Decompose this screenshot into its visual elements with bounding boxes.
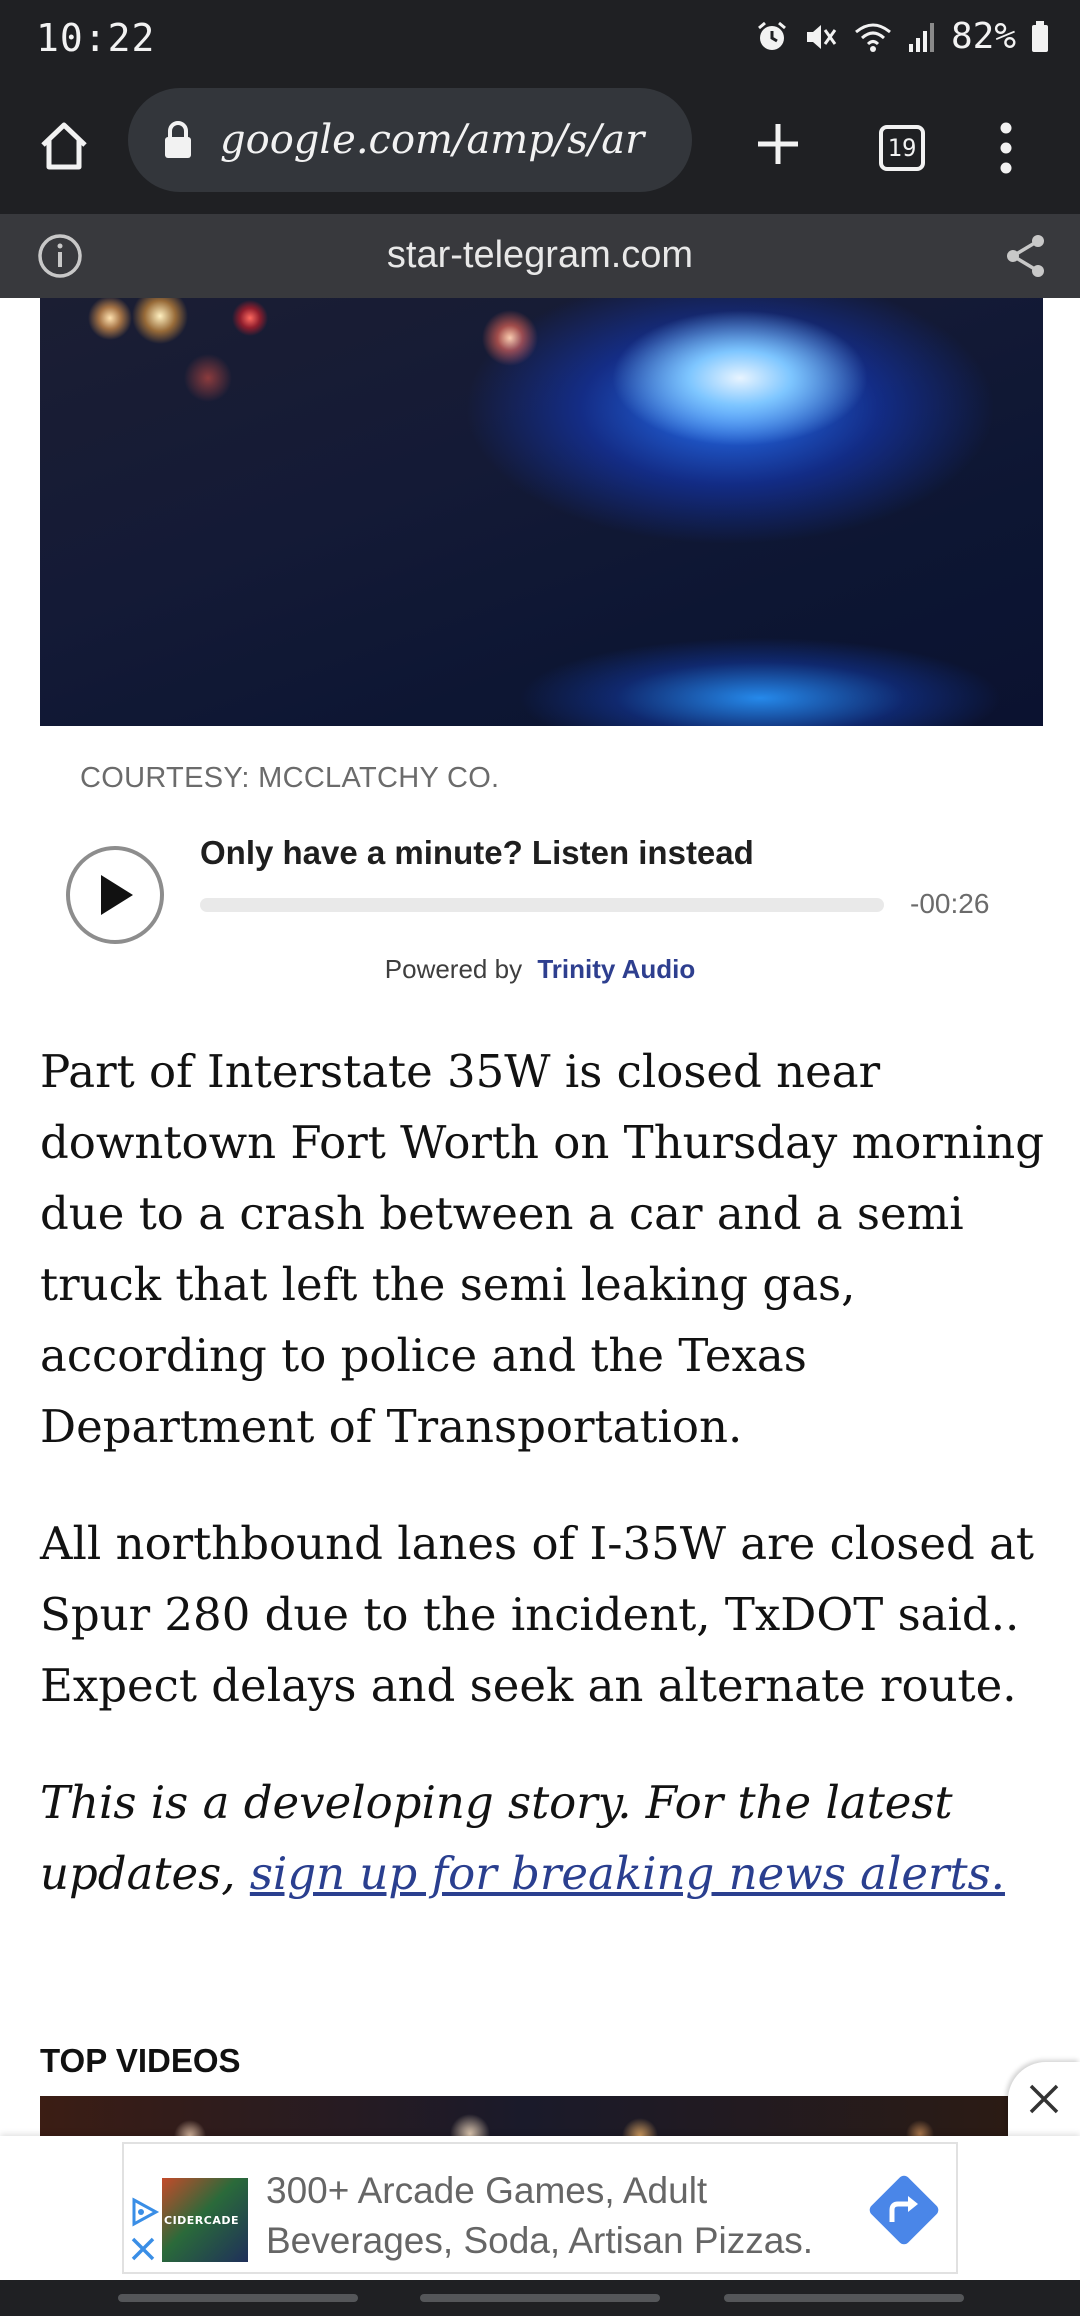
lock-icon [165, 121, 191, 158]
article-paragraph: All northbound lanes of I-35W are closed… [40, 1517, 1034, 1712]
ad-dismiss-icon[interactable] [128, 2234, 158, 2264]
play-icon [101, 875, 133, 915]
article-body: Part of Interstate 35W is closed near do… [40, 1036, 1050, 1955]
audio-play-button[interactable] [66, 846, 164, 944]
video-thumbnail[interactable] [40, 2096, 1008, 2136]
ad-close-button[interactable] [1008, 2062, 1080, 2136]
tabs-button[interactable]: 19 [866, 112, 938, 184]
signal-icon [908, 22, 934, 52]
status-time: 10:22 [36, 16, 156, 60]
ad-directions-icon[interactable] [864, 2170, 944, 2250]
developing-story-note: This is a developing story. For the late… [40, 1767, 1050, 1909]
battery-icon [1032, 20, 1048, 52]
recents-nav[interactable] [118, 2294, 358, 2302]
ad-logo-text: CIDERCADE [164, 2214, 240, 2227]
hero-image [40, 298, 1043, 726]
mute-icon [806, 24, 837, 49]
new-tab-button[interactable] [742, 108, 814, 180]
trinity-audio-link[interactable]: Trinity Audio [537, 954, 695, 984]
tab-count: 19 [887, 134, 917, 162]
powered-by-label: Powered by [384, 954, 523, 984]
audio-title: Only have a minute? Listen instead [200, 834, 754, 871]
image-credit: COURTESY: MCCLATCHY CO. [80, 762, 500, 794]
battery-percent: 82% [950, 16, 1016, 57]
top-videos-heading: TOP VIDEOS [40, 2042, 241, 2079]
status-icons: 82% [755, 16, 1050, 57]
audio-time-remaining: -00:26 [910, 888, 990, 919]
tabs-icon: 19 [879, 125, 925, 171]
powered-by: Powered by Trinity Audio [0, 954, 1080, 985]
more-vert-icon [1000, 122, 1012, 174]
share-icon[interactable] [1002, 232, 1050, 280]
alarm-icon [758, 21, 786, 50]
system-nav-bar [0, 2280, 1080, 2316]
plus-icon [758, 124, 798, 164]
status-bar: 10:22 82% [0, 0, 1080, 80]
home-icon [41, 122, 87, 170]
ad-text: 300+ Arcade Games, Adult Beverages, Soda… [266, 2170, 814, 2261]
breaking-news-alerts-link[interactable]: sign up for breaking news alerts. [250, 1847, 1005, 1900]
ad-logo: CIDERCADE [162, 2178, 248, 2262]
browser-toolbar: google.com/amp/s/ar 19 [0, 80, 1080, 214]
amp-domain[interactable]: star-telegram.com [0, 234, 1080, 277]
back-nav[interactable] [724, 2294, 964, 2302]
amp-header: star-telegram.com [0, 214, 1080, 298]
adchoices-icon[interactable] [128, 2196, 160, 2228]
audio-progress-bar[interactable] [200, 898, 884, 912]
article-paragraph: Part of Interstate 35W is closed near do… [40, 1045, 1045, 1453]
ad-banner[interactable]: CIDERCADE 300+ Arcade Games, Adult Bever… [0, 2136, 1080, 2280]
ad-content[interactable]: CIDERCADE 300+ Arcade Games, Adult Bever… [122, 2142, 958, 2274]
home-nav[interactable] [420, 2294, 660, 2302]
close-icon [1029, 2084, 1059, 2114]
home-button[interactable] [28, 110, 100, 182]
browser-menu-button[interactable] [970, 112, 1042, 184]
wifi-icon [855, 23, 891, 52]
address-bar[interactable]: google.com/amp/s/ar [128, 88, 692, 192]
url-text: google.com/amp/s/ar [220, 117, 645, 163]
